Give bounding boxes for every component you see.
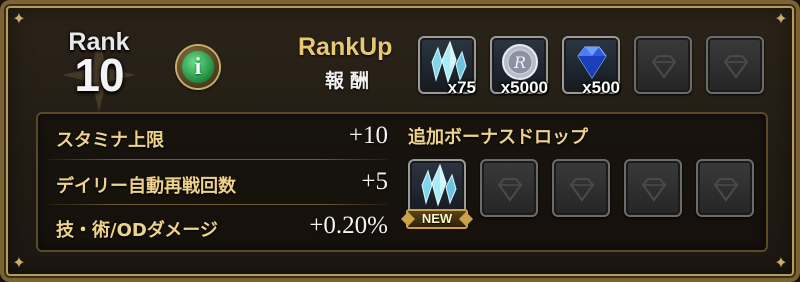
empty-slot-icon [497, 178, 523, 202]
svg-text:R: R [513, 53, 526, 72]
divider [48, 159, 388, 160]
stat-label: 技・術/ODダメージ [56, 220, 218, 241]
reward-slot-coin[interactable]: R x5000 [490, 36, 548, 97]
stat-row-stamina: スタミナ上限 +10 [48, 120, 388, 156]
bonus-drop-title: 追加ボーナスドロップ [408, 127, 588, 148]
stat-row-daily-auto-battle: デイリー自動再戦回数 +5 [48, 166, 388, 202]
bonus-slot-empty [696, 159, 754, 217]
bonus-slot-empty [480, 159, 538, 217]
stat-row-damage: 技・術/ODダメージ +0.20% [48, 210, 388, 246]
reward-slot-empty [706, 36, 764, 94]
reward-quantity: x5000 [500, 78, 548, 97]
bonus-slot-empty [624, 159, 682, 217]
empty-slot-icon [569, 178, 595, 202]
reward-slot-crystal[interactable]: x75 [418, 36, 476, 97]
new-badge: NEW [406, 209, 468, 229]
empty-slot-icon [641, 178, 667, 202]
stat-label: スタミナ上限 [56, 130, 164, 151]
reward-quantity: x500 [582, 78, 620, 97]
reward-slot-empty [634, 36, 692, 94]
corner-ornament-icon: ✦ [774, 9, 788, 28]
rank-indicator: Rank 10 [54, 24, 144, 112]
corner-ornament-icon: ✦ [774, 253, 788, 272]
empty-slot-icon [713, 178, 739, 202]
stat-value: +10 [348, 122, 388, 149]
crystal-icon [421, 163, 457, 207]
corner-ornament-icon: ✦ [12, 9, 26, 28]
stat-value: +5 [361, 168, 388, 195]
corner-ornament-icon: ✦ [12, 253, 26, 272]
rankup-title: RankUp [298, 33, 393, 61]
rank-number: 10 [74, 49, 124, 101]
bonus-slot-empty [552, 159, 610, 217]
rankup-subtitle: 報酬 [325, 70, 376, 92]
stat-label: デイリー自動再戦回数 [56, 176, 236, 197]
stat-value: +0.20% [309, 212, 388, 239]
empty-slot-icon [651, 55, 677, 79]
divider [48, 204, 388, 205]
reward-quantity: x75 [447, 78, 476, 97]
info-icon: i [182, 51, 214, 83]
empty-slot-icon [723, 55, 749, 79]
reward-slot-diamond[interactable]: x500 [562, 36, 620, 97]
bonus-slot-crystal[interactable]: NEW [406, 159, 468, 229]
info-button[interactable]: i [177, 46, 219, 88]
